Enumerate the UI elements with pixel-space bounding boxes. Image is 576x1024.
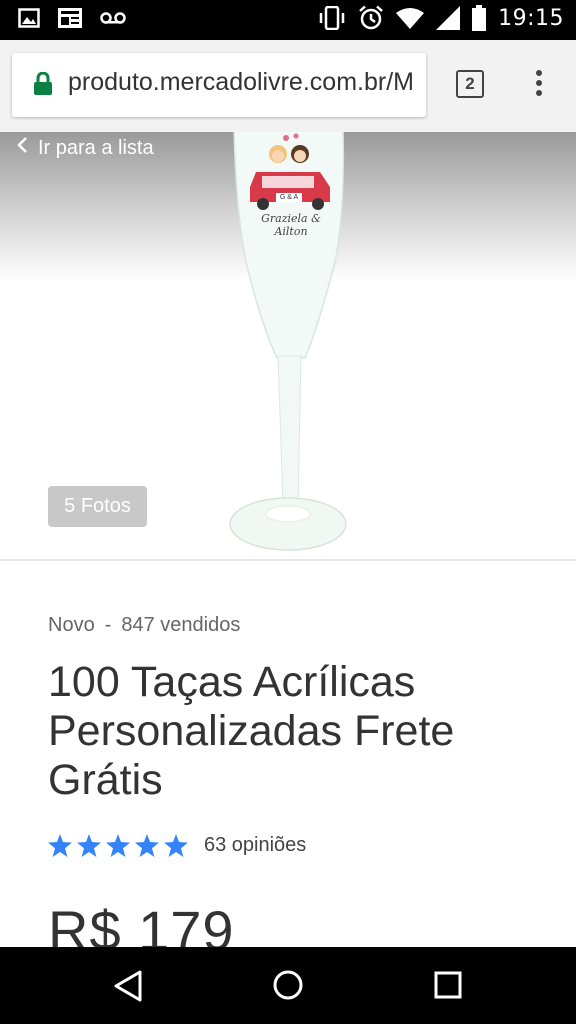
battery-icon	[472, 5, 487, 31]
condition-label: Novo	[48, 614, 95, 636]
address-bar[interactable]: produto.mercadolivre.com.br/M	[12, 53, 426, 117]
recents-icon[interactable]	[434, 971, 462, 1004]
photos-count-badge[interactable]: 5 Fotos	[48, 486, 147, 527]
voicemail-icon	[100, 11, 126, 25]
glass-names: Graziela & Ailton	[261, 212, 321, 238]
status-bar: 19:15	[0, 0, 576, 40]
product-title: 100 Taças Acrílicas Personalizadas Frete…	[48, 658, 455, 804]
alarm-icon	[358, 5, 384, 31]
meta-separator: -	[104, 614, 112, 636]
back-to-list-label: Ir para a lista	[38, 136, 154, 159]
product-image-gallery[interactable]: G & A Graziela & Ailton Ir para a lista …	[0, 132, 576, 560]
star-icon	[77, 834, 101, 857]
product-meta: Novo -847 vendidos	[48, 614, 240, 637]
sold-count: 847 vendidos	[121, 614, 241, 636]
signal-icon	[436, 6, 461, 30]
home-icon[interactable]	[272, 969, 304, 1006]
star-icon	[48, 834, 72, 857]
system-navigation-bar	[0, 947, 576, 1024]
back-to-list-link[interactable]: Ir para a lista	[16, 136, 154, 160]
browser-toolbar: produto.mercadolivre.com.br/M 2	[0, 40, 576, 132]
glass-initials: G & A	[279, 194, 299, 201]
star-icon	[164, 834, 188, 857]
chevron-left-icon	[16, 136, 28, 160]
back-icon[interactable]	[112, 969, 144, 1008]
wifi-icon	[396, 7, 425, 29]
reviews-count: 63 opiniões	[204, 834, 307, 856]
overflow-menu-icon[interactable]	[530, 70, 548, 102]
url-text: produto.mercadolivre.com.br/M	[68, 68, 414, 96]
star-icon	[135, 834, 159, 857]
image-icon	[18, 8, 40, 28]
tab-switcher-button[interactable]: 2	[456, 70, 484, 98]
rating-row[interactable]: 63 opiniões	[48, 834, 306, 857]
news-icon	[58, 8, 82, 28]
vibrate-icon	[318, 6, 346, 30]
star-icon	[106, 834, 130, 857]
divider	[0, 559, 576, 561]
rating-stars	[48, 834, 188, 857]
lock-icon	[34, 71, 52, 101]
clock: 19:15	[498, 5, 564, 31]
